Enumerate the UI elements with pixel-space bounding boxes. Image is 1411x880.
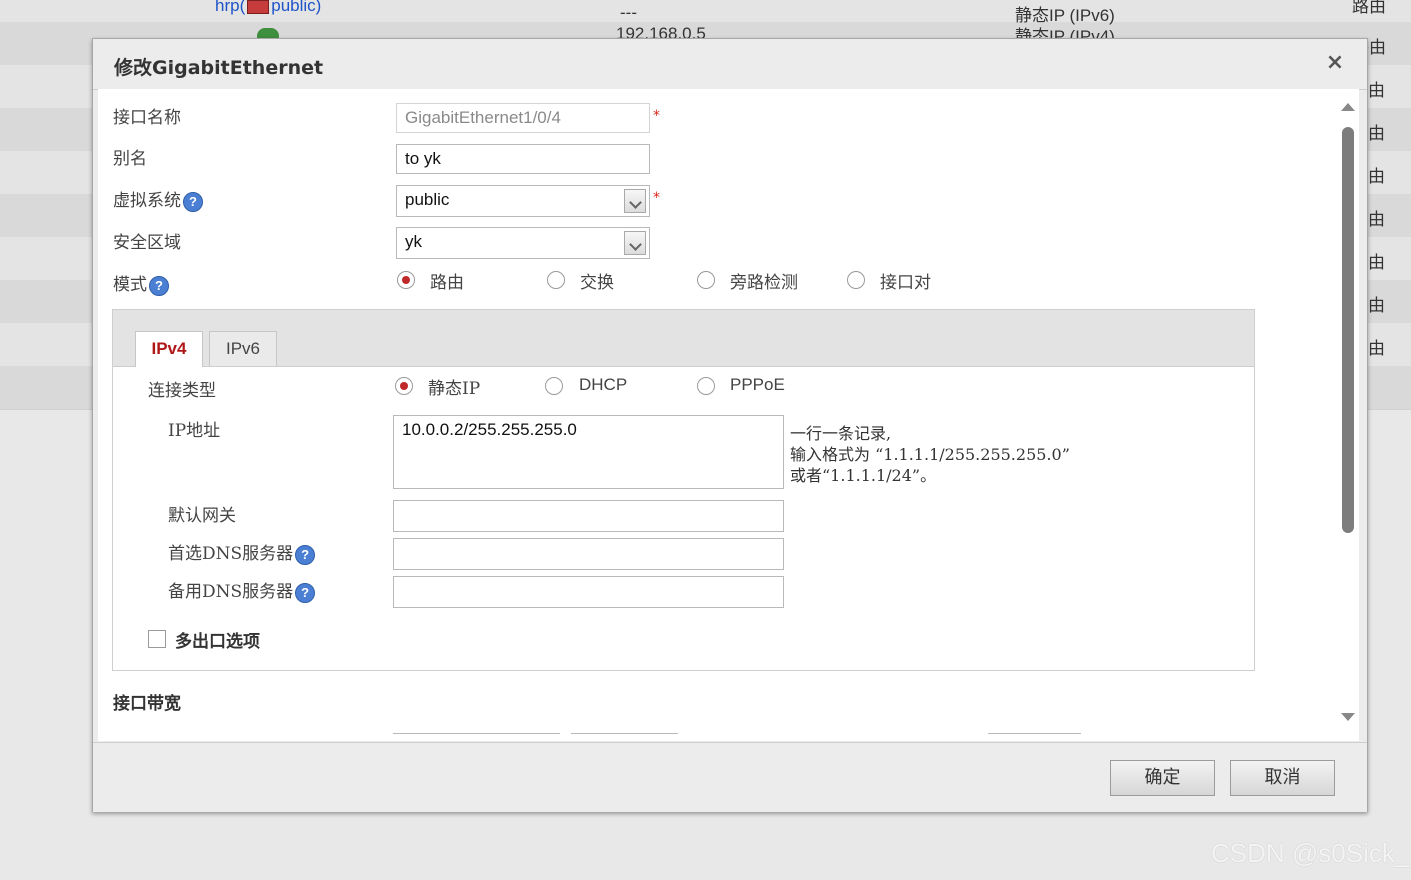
zone-select-value: yk [405,232,422,251]
conn-option-label: 静态IP [428,379,481,399]
gateway-label: 默认网关 [168,506,236,526]
vsys-label: 虚拟系统? [113,186,203,212]
scroll-thumb[interactable] [1342,127,1354,533]
dns1-input[interactable] [393,538,784,570]
vsys-select-value: public [405,190,450,209]
mode-cell: 由 [1368,167,1385,187]
table-row [0,0,1411,23]
mode-cell: 由 [1368,339,1385,359]
mode-radio-switch[interactable] [547,271,565,289]
ip-config-panel: IPv4 IPv6 连接类型 静态IP DHCP PPPoE IP地址 10.0… [112,309,1255,671]
scroll-up-icon[interactable] [1341,103,1355,111]
dns2-input[interactable] [393,576,784,608]
mode-label: 模式? [113,270,169,296]
dialog-footer: 确定 取消 [93,742,1367,812]
mode-cell: 由 [1368,124,1385,144]
conn-type-label: 连接类型 [148,381,216,401]
bandwidth-section-title: 接口带宽 [113,694,181,714]
required-mark: * [653,108,660,124]
interface-name-label: 接口名称 [113,108,181,128]
help-icon[interactable]: ? [183,191,203,212]
scroll-down-icon[interactable] [1341,713,1355,721]
chevron-down-icon[interactable] [624,231,646,255]
ok-button[interactable]: 确定 [1110,760,1215,796]
dialog-title: 修改GigabitEthernet [114,57,324,79]
alias-label: 别名 [113,149,147,169]
required-mark: * [653,190,660,206]
ip-address-label: IP地址 [168,421,221,441]
conn-radio-static[interactable] [395,377,413,395]
mode-option-label: 旁路检测 [730,273,798,293]
conn-radio-pppoe[interactable] [697,377,715,395]
chevron-down-icon[interactable] [624,189,646,213]
dns2-label: 备用DNS服务器? [168,577,316,603]
scrollbar[interactable] [1337,89,1359,741]
help-icon[interactable]: ? [295,582,316,603]
conn-option-label: DHCP [579,375,628,394]
edit-interface-dialog: 修改GigabitEthernet × 接口名称 GigabitEthernet… [92,38,1368,812]
flag-icon [247,0,270,14]
zone-select[interactable]: yk [396,227,650,259]
divider [571,733,678,734]
mode-cell: 由 [1368,253,1385,273]
ip-cell: --- [620,3,637,22]
multi-exit-checkbox[interactable] [148,630,166,648]
tab-ipv4[interactable]: IPv4 [135,331,203,367]
dns1-label: 首选DNS服务器? [168,539,316,565]
close-icon[interactable]: × [1323,51,1347,75]
mode-radio-pair[interactable] [847,271,865,289]
divider [988,733,1081,734]
interface-name-input: GigabitEthernet1/0/4 [396,103,650,133]
tab-bar: IPv4 IPv6 [113,310,1254,367]
vsys-select[interactable]: public [396,185,650,217]
multi-exit-label: 多出口选项 [175,632,260,652]
mode-cell: 由 [1368,296,1385,316]
vsys-link[interactable]: hrp(public) [215,0,321,16]
cancel-button[interactable]: 取消 [1230,760,1335,796]
watermark: CSDN @s0Sick_ [1211,838,1410,868]
gateway-input[interactable] [393,500,784,532]
conn-option-label: PPPoE [730,375,785,394]
conn-radio-dhcp[interactable] [545,377,563,395]
mode-cell: 由 [1368,81,1385,101]
ip-hint: 一行一条记录, 输入格式为 “1.1.1.1/255.255.255.0” 或者… [790,424,1070,485]
mode-option-label: 交换 [580,273,614,293]
help-icon[interactable]: ? [149,275,169,296]
mode-cell: 由 [1368,210,1385,230]
mode-radio-route[interactable] [397,271,415,289]
dialog-body: 接口名称 GigabitEthernet1/0/4 * 别名 to yk 虚拟系… [98,89,1359,741]
tab-ipv6[interactable]: IPv6 [209,331,277,366]
alias-input[interactable]: to yk [396,144,650,174]
ip-address-textarea[interactable]: 10.0.0.2/255.255.255.0 [393,415,784,489]
mode-option-label: 路由 [430,273,464,293]
zone-label: 安全区域 [113,233,181,253]
mode-cell: 路由 [1352,0,1386,17]
mode-option-label: 接口对 [880,273,931,293]
divider [393,733,560,734]
mode-radio-bypass[interactable] [697,271,715,289]
help-icon[interactable]: ? [295,544,316,565]
dialog-header: 修改GigabitEthernet × [93,39,1367,90]
